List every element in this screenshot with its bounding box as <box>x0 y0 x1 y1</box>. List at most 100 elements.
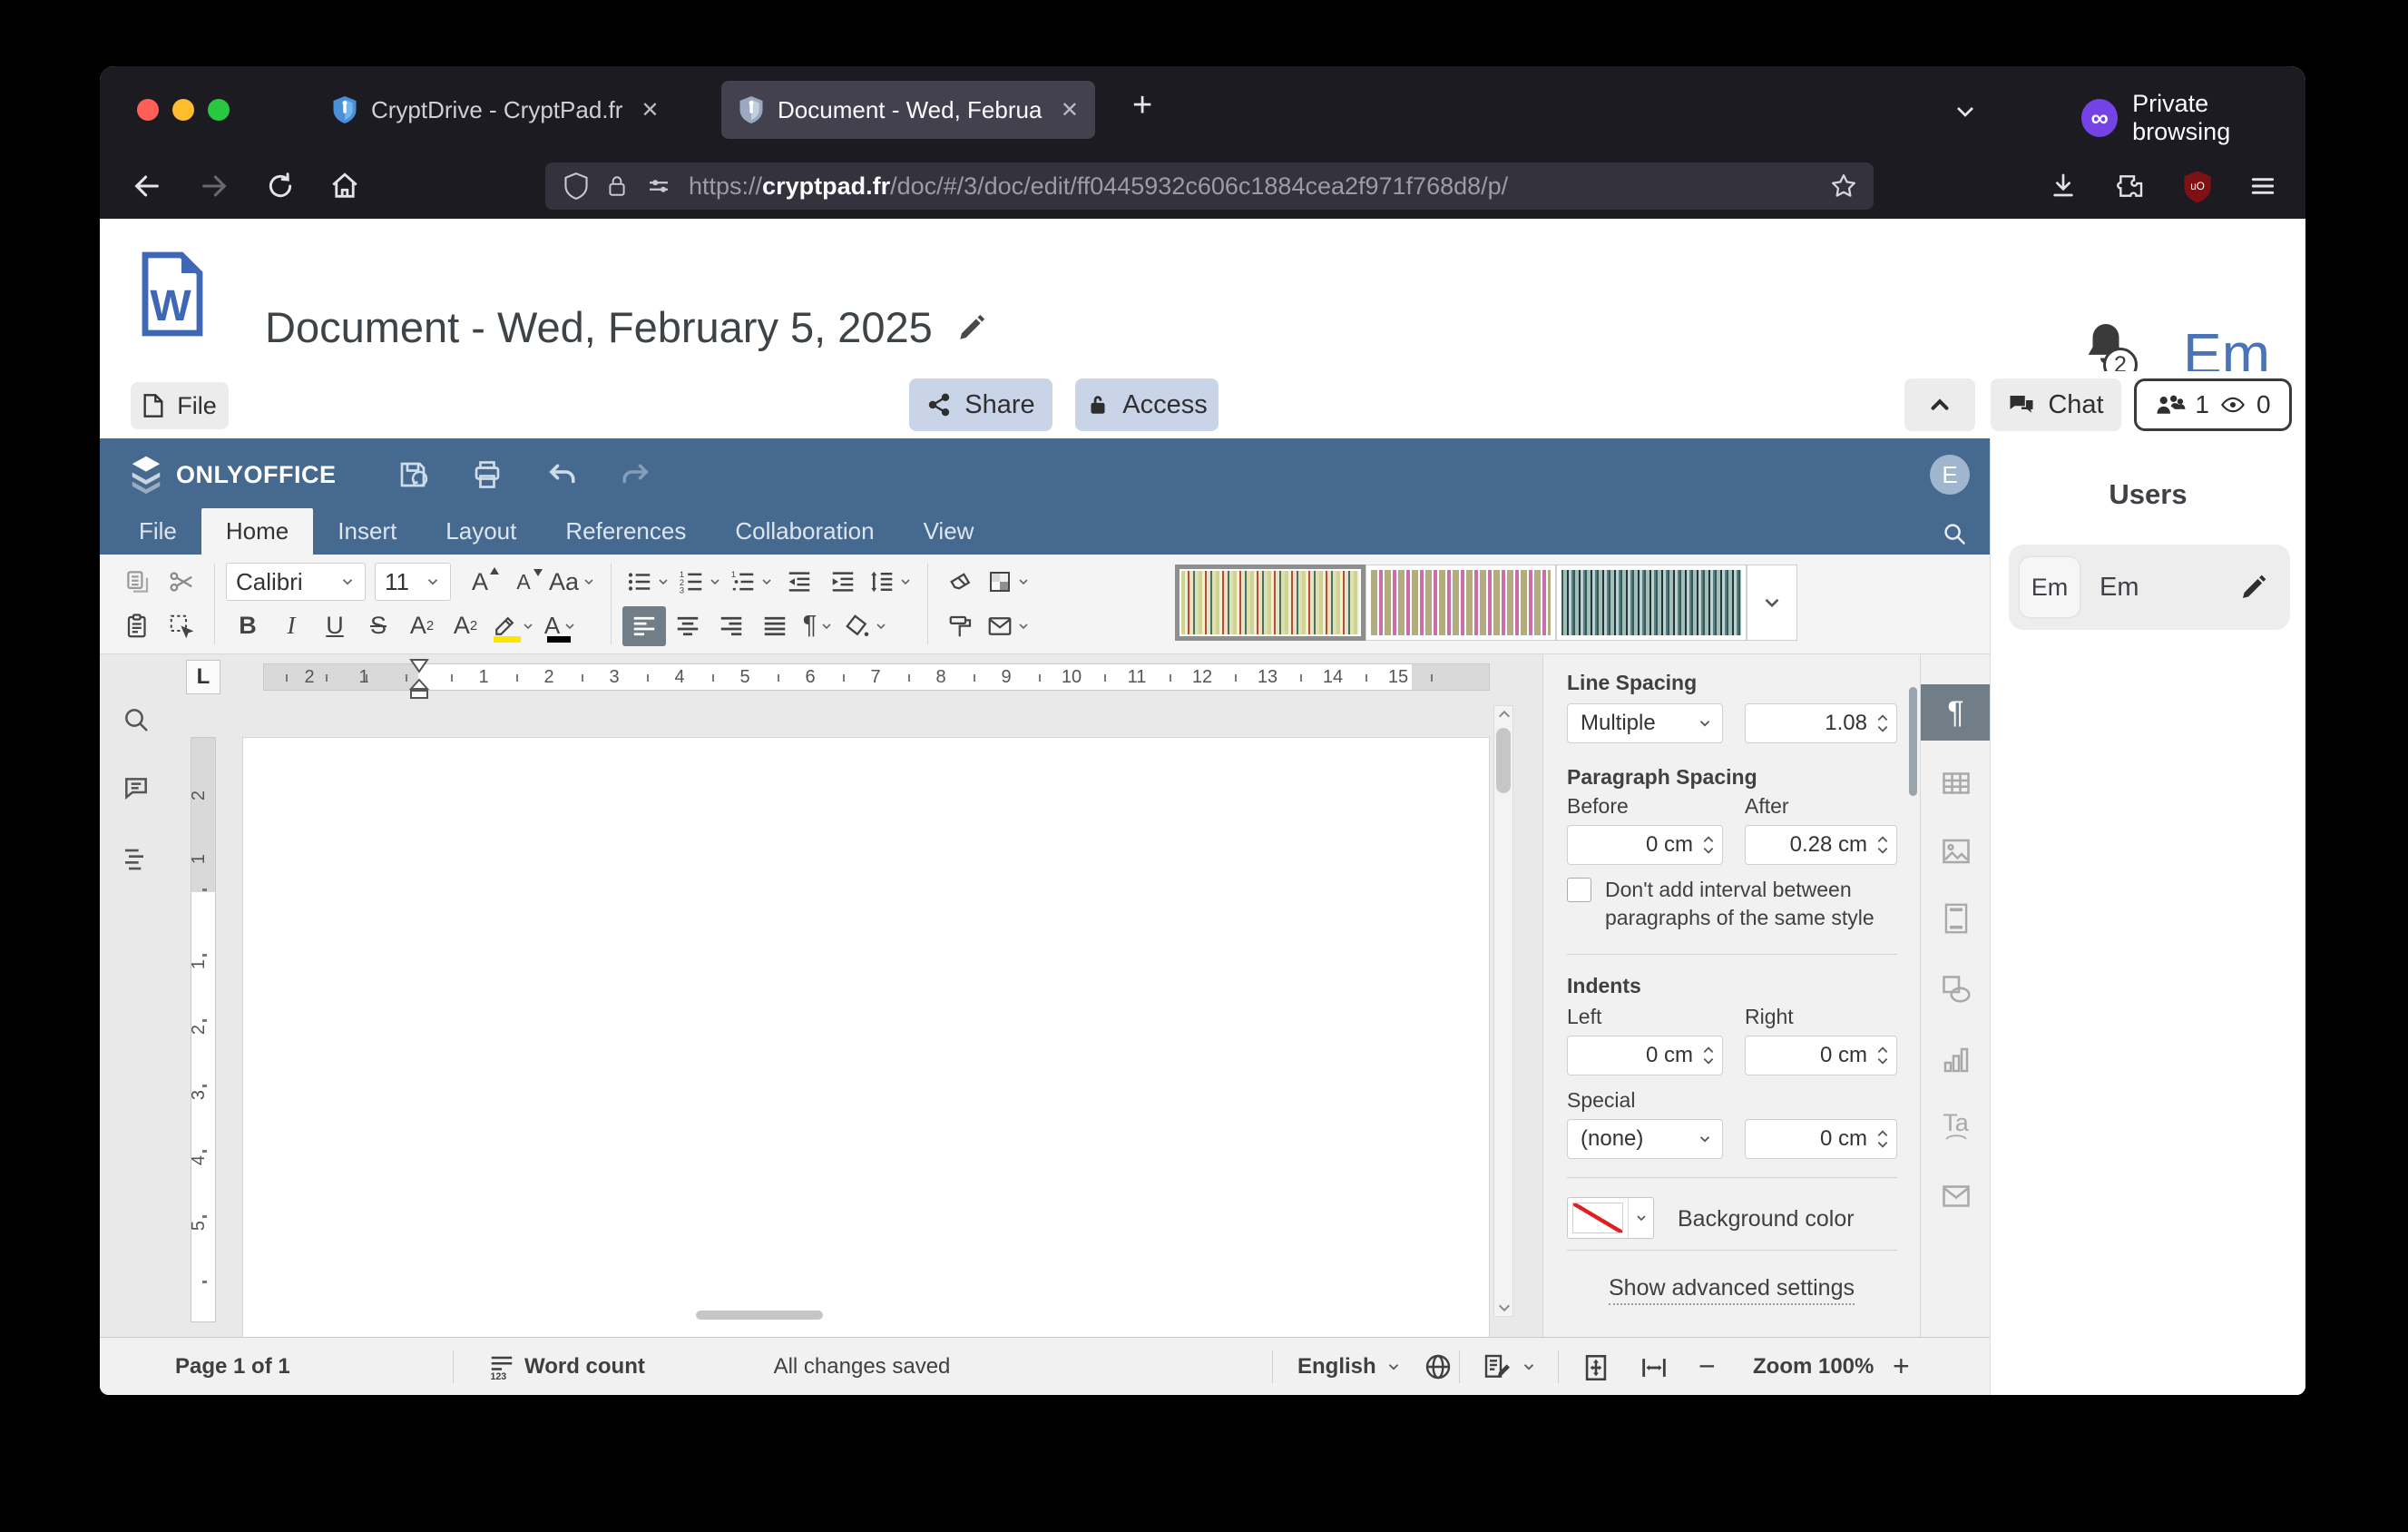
edit-name-pencil-icon[interactable] <box>2239 573 2268 602</box>
spinner-arrows[interactable] <box>1876 1046 1889 1066</box>
styles-gallery-expand-button[interactable] <box>1747 565 1797 641</box>
spinner-arrows[interactable] <box>1876 713 1889 733</box>
url-bar[interactable]: https://cryptpad.fr/doc/#/3/doc/edit/ff0… <box>545 162 1874 210</box>
menu-hamburger-icon[interactable] <box>2248 172 2277 201</box>
decrease-font-button[interactable]: A <box>502 562 545 602</box>
access-button[interactable]: Access <box>1075 378 1219 431</box>
user-card[interactable]: Em Em <box>2009 545 2290 630</box>
copy-button[interactable] <box>116 562 160 602</box>
back-button[interactable] <box>132 171 162 201</box>
ublock-origin-icon[interactable]: uO <box>2181 170 2214 204</box>
word-count-button[interactable]: 123 Word count <box>488 1338 645 1395</box>
justify-button[interactable] <box>753 606 797 646</box>
panel-scrollbar-thumb[interactable] <box>1909 687 1917 796</box>
superscript-button[interactable]: A2 <box>400 606 444 646</box>
nonprinting-characters-button[interactable]: ¶ <box>797 606 840 646</box>
bold-button[interactable]: B <box>226 606 269 646</box>
mail-merge-button[interactable] <box>983 606 1034 646</box>
align-right-button[interactable] <box>710 606 753 646</box>
increase-indent-button[interactable] <box>821 562 865 602</box>
bullet-list-button[interactable] <box>622 562 674 602</box>
redo-icon[interactable] <box>620 458 652 491</box>
background-color-picker[interactable] <box>1567 1197 1654 1239</box>
spinner-arrows[interactable] <box>1876 835 1889 855</box>
url-text[interactable]: https://cryptpad.fr/doc/#/3/doc/edit/ff0… <box>689 172 1814 201</box>
advanced-settings-link[interactable]: Show advanced settings <box>1543 1275 1920 1301</box>
indent-markers[interactable] <box>406 658 432 700</box>
menu-home[interactable]: Home <box>201 508 313 555</box>
file-menu-button[interactable]: File <box>131 382 229 429</box>
paragraph-settings-tab[interactable]: ¶ <box>1921 684 1991 741</box>
vertical-scrollbar[interactable] <box>1493 705 1513 1317</box>
italic-button[interactable]: I <box>269 606 313 646</box>
reload-button[interactable] <box>266 172 295 201</box>
bookmark-star-icon[interactable] <box>1830 172 1857 200</box>
paragraph-shading-button[interactable] <box>840 606 892 646</box>
change-case-button[interactable]: Aa <box>545 562 600 602</box>
table-shading-button[interactable] <box>983 562 1034 602</box>
extensions-puzzle-icon[interactable] <box>2116 172 2145 201</box>
menu-layout[interactable]: Layout <box>421 508 541 555</box>
highlight-color-button[interactable] <box>487 606 539 646</box>
print-icon[interactable] <box>471 458 504 491</box>
comments-icon[interactable] <box>122 774 151 803</box>
select-all-button[interactable] <box>160 606 203 646</box>
headers-footers-settings-tab[interactable] <box>1921 890 1991 947</box>
special-select[interactable]: (none) <box>1567 1119 1723 1159</box>
spacing-before-input[interactable]: 0 cm <box>1567 825 1723 865</box>
fit-width-button[interactable] <box>1639 1352 1669 1383</box>
navigation-headings-icon[interactable] <box>122 843 151 872</box>
collapse-toolbar-button[interactable] <box>1904 378 1975 431</box>
paste-button[interactable] <box>116 606 160 646</box>
undo-icon[interactable] <box>545 458 578 491</box>
page-indicator[interactable]: Page 1 of 1 <box>175 1354 290 1380</box>
session-users-indicator[interactable]: 1 0 <box>2134 378 2292 431</box>
share-button[interactable]: Share <box>909 378 1052 431</box>
shape-settings-tab[interactable] <box>1921 961 1991 1017</box>
zoom-level[interactable]: Zoom 100% <box>1753 1354 1874 1380</box>
font-name-select[interactable]: Calibri <box>226 563 366 601</box>
find-icon[interactable] <box>122 705 151 734</box>
downloads-button[interactable] <box>2049 172 2078 201</box>
chart-settings-tab[interactable] <box>1921 1032 1991 1088</box>
horizontal-ruler[interactable]: 21123456789101112131415 <box>263 663 1490 691</box>
menu-file[interactable]: File <box>114 508 201 555</box>
zoom-out-button[interactable]: − <box>1698 1338 1716 1395</box>
subscript-button[interactable]: A2 <box>444 606 487 646</box>
maximize-window-button[interactable] <box>208 99 230 121</box>
style-swatch-selected[interactable] <box>1175 565 1366 641</box>
track-changes-button[interactable] <box>1483 1338 1537 1395</box>
menu-references[interactable]: References <box>541 508 710 555</box>
mail-merge-settings-tab[interactable] <box>1921 1168 1991 1224</box>
chat-button[interactable]: Chat <box>1991 378 2121 431</box>
spinner-arrows[interactable] <box>1876 1129 1889 1149</box>
table-settings-tab[interactable] <box>1921 755 1991 811</box>
connection-lock-icon[interactable] <box>605 172 629 200</box>
line-spacing-select[interactable]: Multiple <box>1567 703 1723 743</box>
style-swatch[interactable] <box>1556 565 1747 641</box>
indent-left-input[interactable]: 0 cm <box>1567 1036 1723 1075</box>
image-settings-tab[interactable] <box>1921 823 1991 879</box>
line-spacing-button[interactable] <box>865 562 916 602</box>
interval-checkbox[interactable] <box>1567 878 1591 902</box>
textart-settings-tab[interactable]: Ta <box>1921 1098 1991 1154</box>
permissions-icon[interactable] <box>645 172 672 200</box>
search-icon[interactable] <box>1941 520 1968 547</box>
clear-style-eraser-button[interactable] <box>939 562 983 602</box>
vertical-scrollbar-thumb[interactable] <box>1496 728 1511 793</box>
spinner-arrows[interactable] <box>1702 835 1715 855</box>
decrease-indent-button[interactable] <box>778 562 821 602</box>
multilevel-list-button[interactable]: 1 <box>726 562 778 602</box>
tab-document[interactable]: Document - Wed, February 5, 20 ✕ <box>721 81 1095 139</box>
tab-stop-selector[interactable]: L <box>186 660 220 694</box>
style-swatch[interactable] <box>1366 565 1556 641</box>
minimize-window-button[interactable] <box>172 99 194 121</box>
strikethrough-button[interactable]: S <box>357 606 400 646</box>
indent-right-input[interactable]: 0 cm <box>1745 1036 1897 1075</box>
font-size-select[interactable]: 11 <box>375 563 451 601</box>
rename-pencil-icon[interactable] <box>956 312 987 343</box>
zoom-in-button[interactable]: + <box>1893 1338 1910 1395</box>
increase-font-button[interactable]: A <box>458 562 502 602</box>
spellcheck-globe-icon[interactable] <box>1424 1352 1453 1381</box>
collaborator-avatar[interactable]: E <box>1930 455 1970 495</box>
